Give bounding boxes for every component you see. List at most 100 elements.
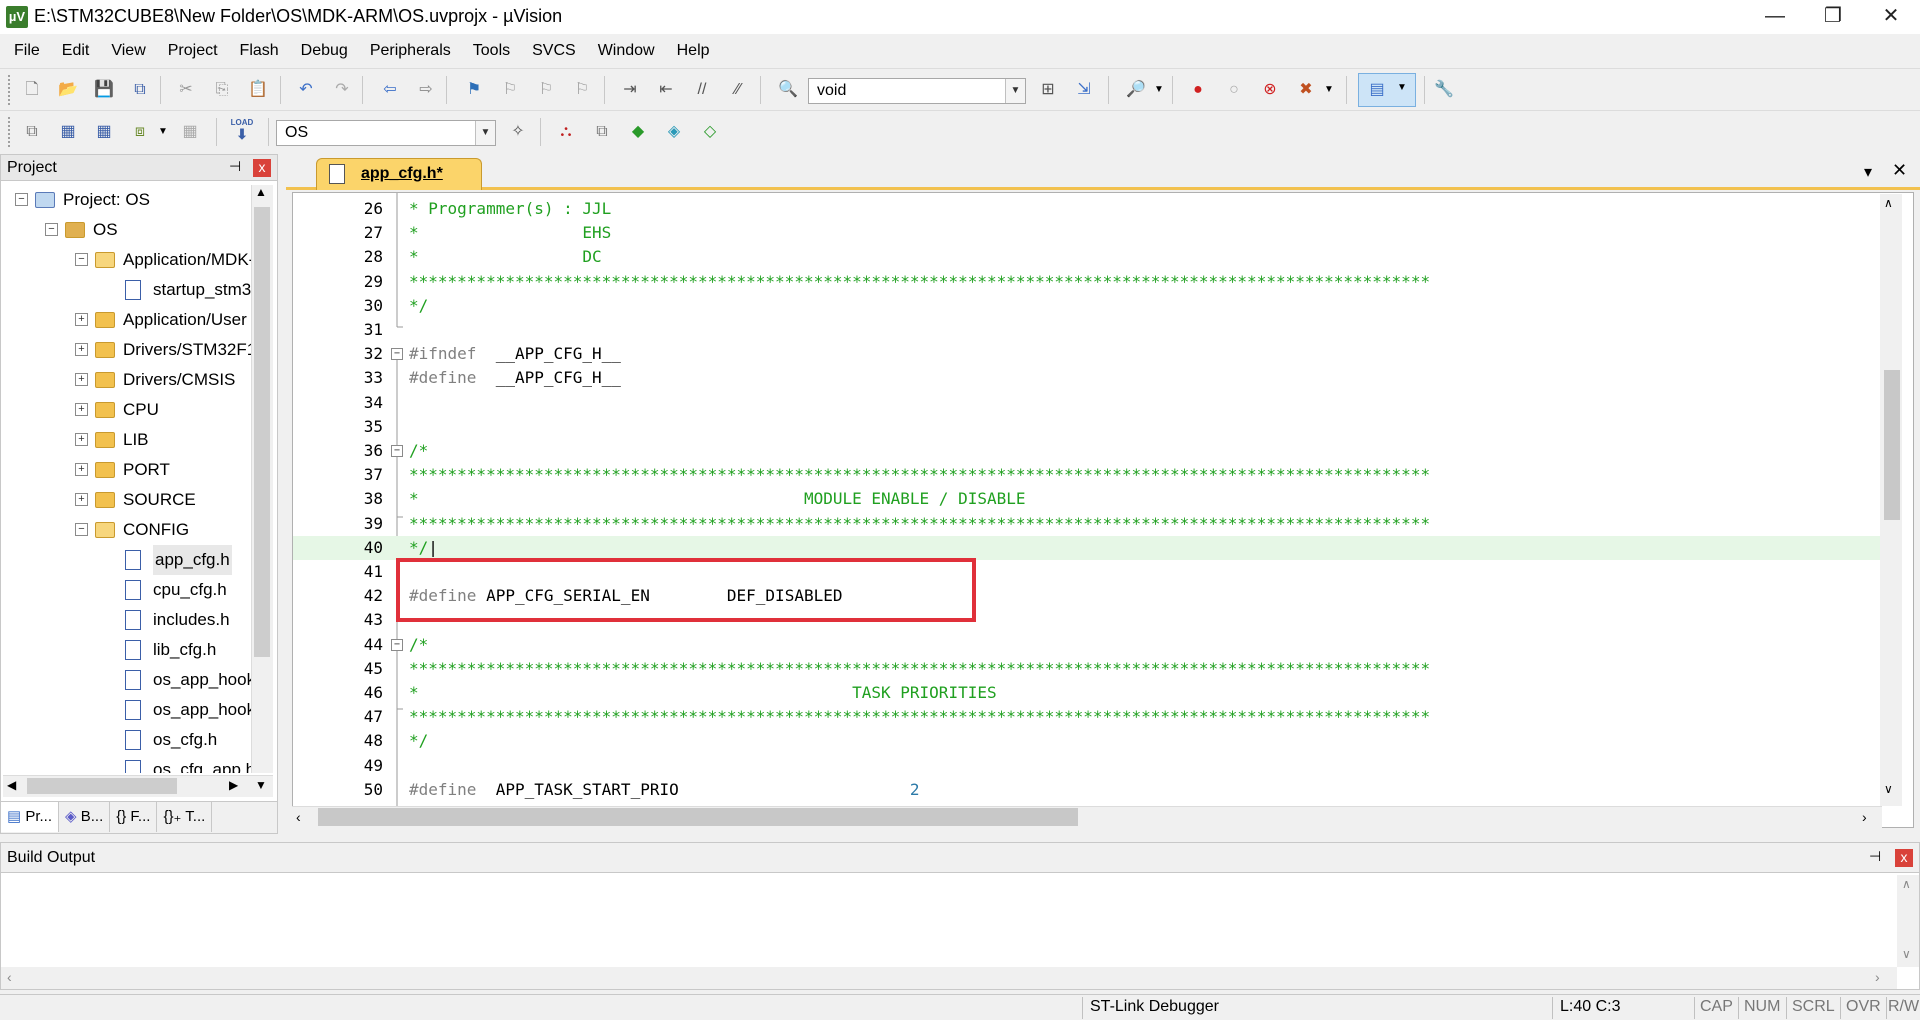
scroll-right-icon[interactable]: › (1862, 809, 1867, 825)
tree-item[interactable]: os_app_hooks.c (1, 665, 251, 695)
manage-rte-icon[interactable]: ◆ (626, 120, 650, 144)
bookmark-next-icon[interactable]: ⚐ (534, 78, 558, 102)
debug-session-icon[interactable]: 🔎 (1124, 78, 1148, 102)
menu-peripherals[interactable]: Peripherals (359, 36, 462, 66)
tab-books[interactable]: ◈ B... (59, 802, 111, 832)
tree-item[interactable]: − CONFIG (1, 515, 251, 545)
expand-icon[interactable]: + (75, 463, 88, 476)
tree-item[interactable]: − OS (1, 215, 251, 245)
download-load-icon[interactable]: LOAD ⬇ (228, 118, 256, 146)
bookmark-toggle-icon[interactable]: ⚑ (462, 78, 486, 102)
new-file-icon[interactable]: 🗋 (20, 78, 44, 102)
close-panel-icon[interactable]: x (253, 159, 271, 177)
build-output-hscroll[interactable]: ‹ › (1, 967, 1897, 989)
copy-icon[interactable]: ⎘ (210, 78, 234, 102)
close-panel-icon[interactable]: x (1895, 849, 1913, 867)
tree-item[interactable]: os_cfg.h (1, 725, 251, 755)
tab-templates[interactable]: {}₊ T... (157, 802, 213, 832)
manage-multi-project-icon[interactable]: ⧉ (590, 120, 614, 144)
menu-view[interactable]: View (100, 36, 156, 66)
menu-file[interactable]: File (0, 36, 51, 66)
editor-hscroll-thumb[interactable] (318, 808, 1078, 826)
pin-icon[interactable]: ⊣ (1869, 848, 1881, 865)
tab-app-cfg-h[interactable]: app_cfg.h* (316, 158, 482, 190)
paste-icon[interactable]: 📋 (246, 78, 270, 102)
configure-icon[interactable]: 🔧 (1432, 78, 1456, 102)
tree-item[interactable]: os_cfg_app.h (1, 755, 251, 773)
expand-icon[interactable]: + (75, 433, 88, 446)
close-tab-icon[interactable]: ✕ (1892, 160, 1907, 181)
tree-item[interactable]: + CPU (1, 395, 251, 425)
scroll-right-icon[interactable]: ▶ (229, 778, 238, 792)
breakpoint-dropdown-icon[interactable]: ▼ (1322, 78, 1336, 102)
tree-item[interactable]: + Drivers/CMSIS (1, 365, 251, 395)
fold-toggle-icon[interactable]: − (391, 445, 403, 457)
scroll-right-icon[interactable]: › (1875, 969, 1880, 985)
menu-help[interactable]: Help (666, 36, 721, 66)
cut-icon[interactable]: ✂ (174, 78, 198, 102)
collapse-icon[interactable]: − (75, 523, 88, 536)
expand-icon[interactable]: + (75, 373, 88, 386)
navigate-back-icon[interactable]: ⇦ (378, 78, 402, 102)
rebuild-icon[interactable]: ▦ (92, 120, 116, 144)
tab-project[interactable]: ▤ Pr... (1, 802, 60, 832)
build-output-vscroll[interactable]: ∧ ∨ (1897, 875, 1919, 967)
tree-item[interactable]: − Application/MDK-ARM (1, 245, 251, 275)
menu-edit[interactable]: Edit (51, 36, 101, 66)
menu-flash[interactable]: Flash (229, 36, 290, 66)
restore-icon[interactable]: ❐ (1804, 0, 1862, 34)
collapse-icon[interactable]: − (15, 193, 28, 206)
breakpoint-enable-icon[interactable]: ○ (1222, 78, 1246, 102)
tree-item[interactable]: + Application/User (1, 305, 251, 335)
open-file-icon[interactable]: 📂 (56, 78, 80, 102)
minimize-icon[interactable]: — (1746, 0, 1804, 34)
collapse-icon[interactable]: − (45, 223, 58, 236)
tree-item[interactable]: cpu_cfg.h (1, 575, 251, 605)
close-icon[interactable]: ✕ (1862, 0, 1920, 34)
tree-item[interactable]: includes.h (1, 605, 251, 635)
scroll-down-icon[interactable]: ▼ (255, 778, 267, 792)
save-all-icon[interactable]: ⧉ (128, 78, 152, 102)
build-icon[interactable]: ▦ (56, 120, 80, 144)
scroll-down-icon[interactable]: ∨ (1902, 947, 1911, 961)
breakpoint-kill-all-icon[interactable]: ✖ (1294, 78, 1318, 102)
fold-toggle-icon[interactable]: − (391, 638, 403, 651)
comment-icon[interactable]: // (690, 78, 714, 102)
find-in-files-icon[interactable]: 🔍 (776, 78, 800, 102)
scroll-left-icon[interactable]: ‹ (296, 809, 301, 825)
editor-vscroll-thumb[interactable] (1884, 370, 1900, 520)
stop-build-icon[interactable]: ▦ (178, 120, 202, 144)
translate-icon[interactable]: ⧉ (20, 120, 44, 144)
code-editor[interactable]: 26 * Programmer(s) : JJL 27 * EHS 28 * DC 29 **… (292, 192, 1914, 828)
menu-project[interactable]: Project (157, 36, 229, 66)
chevron-down-icon[interactable]: ▼ (475, 121, 495, 145)
save-icon[interactable]: 💾 (92, 78, 116, 102)
fold-toggle-icon[interactable]: − (391, 348, 403, 361)
collapse-icon[interactable]: − (75, 253, 88, 266)
find-combo[interactable]: void ▼ (808, 78, 1026, 104)
pack-installer-icon[interactable]: ◇ (698, 120, 722, 144)
project-tree-vscroll[interactable]: ▲ (251, 185, 273, 773)
tree-item[interactable]: lib_cfg.h (1, 635, 251, 665)
expand-icon[interactable]: + (75, 493, 88, 506)
expand-icon[interactable]: + (75, 313, 88, 326)
tree-item[interactable]: app_cfg.h (1, 545, 251, 575)
redo-icon[interactable]: ↷ (330, 78, 354, 102)
scrollbar-thumb[interactable] (254, 207, 270, 657)
project-tree-hscroll[interactable]: ◀ ▶ ▼ (3, 775, 273, 797)
menu-window[interactable]: Window (587, 36, 666, 66)
tab-list-dropdown-icon[interactable]: ▾ (1864, 162, 1872, 182)
build-output-text[interactable] (1, 875, 1897, 967)
menu-svcs[interactable]: SVCS (521, 36, 587, 66)
scroll-down-icon[interactable]: ∨ (1884, 782, 1893, 796)
scroll-up-icon[interactable]: ▲ (255, 185, 267, 199)
scroll-left-icon[interactable]: ◀ (7, 778, 16, 792)
debug-dropdown-icon[interactable]: ▼ (1152, 78, 1166, 102)
tree-item[interactable]: os_app_hooks.h (1, 695, 251, 725)
menu-tools[interactable]: Tools (462, 36, 521, 66)
batch-build-icon[interactable]: ⧈ (128, 120, 152, 144)
chevron-down-icon[interactable]: ▼ (1005, 79, 1025, 103)
navigate-forward-icon[interactable]: ⇨ (414, 78, 438, 102)
scroll-up-icon[interactable]: ∧ (1902, 877, 1911, 891)
tree-item[interactable]: + PORT (1, 455, 251, 485)
